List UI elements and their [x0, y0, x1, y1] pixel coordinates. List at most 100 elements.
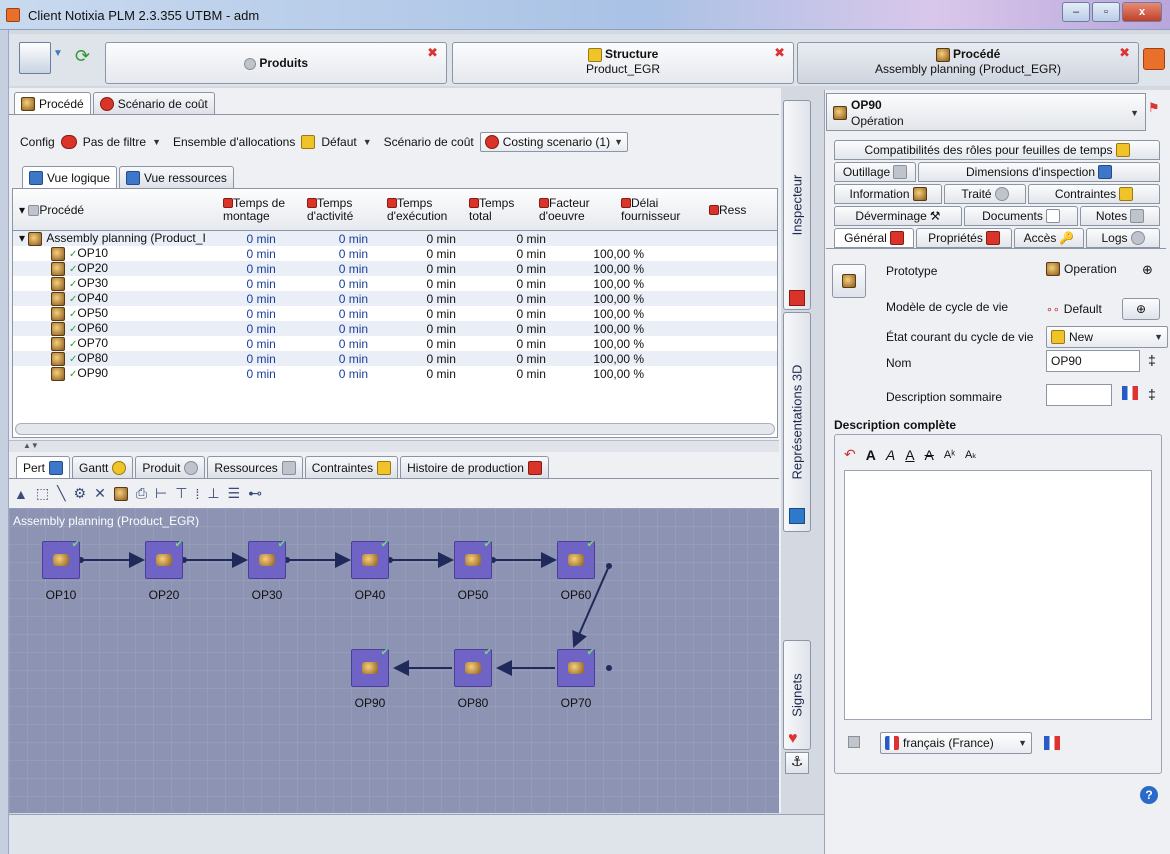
pert-node-op80[interactable]: ✔ [454, 647, 492, 687]
col-temps-montage[interactable]: Temps de montage [223, 196, 307, 223]
translate-icon[interactable]: ‡ [1148, 386, 1156, 402]
flag-icon[interactable] [1044, 736, 1060, 750]
expand-icon[interactable]: ⊷ [248, 485, 262, 502]
vtab-representations-3d[interactable]: Représentations 3D [783, 312, 811, 532]
name-field[interactable]: OP90 [1046, 350, 1140, 372]
help-icon[interactable]: ? [1140, 786, 1158, 804]
distribute-icon[interactable]: ⁞ [195, 486, 199, 502]
pert-node-op30[interactable]: ✔ [248, 539, 286, 579]
select-icon[interactable]: ⬚ [36, 485, 49, 502]
tab-procede-inner[interactable]: Procédé [14, 92, 91, 114]
table-row[interactable]: ✓OP20 0 min 0 min 0 min 0 min 100,00 % [13, 261, 777, 276]
close-tab-structure-icon[interactable]: ✖ [774, 45, 785, 61]
subscript-icon[interactable]: Aₖ [965, 448, 977, 461]
gear-icon[interactable]: ⚙ [74, 485, 87, 502]
tab-acces[interactable]: Accès 🔑 [1014, 228, 1084, 248]
tab-compatibilites[interactable]: Compatibilités des rôles pour feuilles d… [834, 140, 1160, 160]
tab-general[interactable]: Général [834, 228, 914, 248]
table-row[interactable]: ✓OP10 0 min 0 min 0 min 0 min 100,00 % [13, 246, 777, 261]
alloc-value[interactable]: Défaut [321, 135, 356, 149]
table-row[interactable]: ▾ Assembly planning (Product_I 0 min 0 min… [13, 231, 777, 246]
close-tab-produits-icon[interactable]: ✖ [427, 45, 438, 61]
table-row[interactable]: ✓OP50 0 min 0 min 0 min 0 min 100,00 % [13, 306, 777, 321]
table-row[interactable]: ✓OP30 0 min 0 min 0 min 0 min 100,00 % [13, 276, 777, 291]
new-window-icon[interactable] [19, 42, 51, 74]
pert-node-op70[interactable]: ✔ [557, 647, 595, 687]
tab-histoire[interactable]: Histoire de production [400, 456, 549, 478]
pert-diagram[interactable]: Assembly planning (Product_EGR) ✔ OP10 ✔… [9, 508, 779, 813]
col-ress[interactable]: Ress [709, 203, 769, 217]
pert-node-op20[interactable]: ✔ [145, 539, 183, 579]
col-temps-activite[interactable]: Temps d'activité [307, 196, 387, 223]
flag-icon[interactable] [1122, 386, 1138, 400]
pert-node-op90[interactable]: ✔ [351, 647, 389, 687]
tab-produits[interactable]: Produits ✖ [105, 42, 447, 84]
pert-node-op60[interactable]: ✔ [557, 539, 595, 579]
col-delai[interactable]: Délai fournisseur [621, 196, 709, 223]
tab-traite[interactable]: Traité [944, 184, 1026, 204]
translate-icon[interactable]: ‡ [1148, 352, 1156, 368]
chevron-down-icon[interactable]: ▼ [53, 48, 63, 59]
operation-icon[interactable] [113, 486, 128, 501]
table-row[interactable]: ✓OP70 0 min 0 min 0 min 0 min 100,00 % [13, 336, 777, 351]
pert-node-op10[interactable]: ✔ [42, 539, 80, 579]
tab-proprietes[interactable]: Propriétés [916, 228, 1012, 248]
table-row[interactable]: ✓OP80 0 min 0 min 0 min 0 min 100,00 % [13, 351, 777, 366]
print-icon[interactable]: ⎙ [136, 485, 147, 502]
state-select[interactable]: New ▼ [1046, 326, 1168, 348]
link-icon[interactable]: ╲ [57, 485, 65, 502]
strikethrough-icon[interactable]: A [925, 447, 934, 463]
undo-icon[interactable]: ↶ [844, 446, 856, 463]
superscript-icon[interactable]: Aᵏ [944, 449, 955, 461]
close-window-button[interactable]: x [1122, 2, 1162, 22]
add-language-icon[interactable] [848, 736, 860, 748]
alloc-dropdown-icon[interactable]: ▼ [363, 137, 372, 147]
tab-contraintes[interactable]: Contraintes [304, 456, 399, 478]
tab-produit[interactable]: Produit [135, 456, 206, 478]
col-procede[interactable]: ▾ Procédé [13, 203, 223, 217]
tab-ressources[interactable]: Ressources [207, 456, 303, 478]
summary-field[interactable] [1046, 384, 1112, 406]
tab-notes[interactable]: Notes [1080, 206, 1160, 226]
tab-procede[interactable]: Procédé Assembly planning (Product_EGR) … [797, 42, 1139, 84]
table-row[interactable]: ✓OP90 0 min 0 min 0 min 0 min 100,00 % [13, 366, 777, 381]
tab-gantt[interactable]: Gantt [72, 456, 134, 478]
scenario-select[interactable]: Costing scenario (1) ▼ [479, 132, 629, 152]
tab-logs[interactable]: Logs [1086, 228, 1160, 248]
tab-documents[interactable]: Documents [964, 206, 1078, 226]
tab-vue-ressources[interactable]: Vue ressources [118, 166, 234, 188]
align-left-icon[interactable]: ⊢ [155, 485, 167, 502]
align-bottom-icon[interactable]: ⊥ [207, 485, 219, 502]
col-facteur[interactable]: Facteur d'oeuvre [539, 196, 621, 223]
tab-outillage[interactable]: Outillage [834, 162, 916, 182]
table-row[interactable]: ✓OP40 0 min 0 min 0 min 0 min 100,00 % [13, 291, 777, 306]
col-temps-total[interactable]: Temps total [469, 196, 539, 223]
maximize-button[interactable]: ▫ [1092, 2, 1120, 22]
horizontal-scrollbar[interactable] [15, 423, 775, 435]
minimize-button[interactable]: – [1062, 2, 1090, 22]
language-select[interactable]: français (France) ▼ [880, 732, 1032, 754]
table-row[interactable]: ✓OP60 0 min 0 min 0 min 0 min 100,00 % [13, 321, 777, 336]
bold-icon[interactable]: A [866, 447, 876, 463]
refresh-icon[interactable]: ⟳ [75, 46, 90, 67]
splitter[interactable]: ▲▼ [9, 440, 779, 452]
tab-deverminage[interactable]: Déverminage ⚒ [834, 206, 962, 226]
anchor-icon[interactable]: ⚓ [785, 752, 809, 774]
underline-icon[interactable]: A [905, 447, 914, 463]
filter-dropdown-icon[interactable]: ▼ [152, 137, 161, 147]
prototype-icon-button[interactable] [832, 264, 866, 298]
arrange-icon[interactable]: ☰ [228, 485, 241, 502]
tools-icon[interactable]: ✕ [94, 485, 106, 502]
italic-icon[interactable]: A [886, 447, 895, 463]
filter-value[interactable]: Pas de filtre [83, 135, 146, 149]
object-selector[interactable]: OP90 Opération ▼ [826, 93, 1146, 131]
pin-icon[interactable]: ⚑ [1148, 100, 1160, 116]
col-temps-execution[interactable]: Temps d'exécution [387, 196, 469, 223]
object-dropdown-icon[interactable]: ▼ [1130, 108, 1139, 118]
tab-vue-logique[interactable]: Vue logique [22, 166, 117, 188]
vtab-inspecteur[interactable]: Inspecteur [783, 100, 811, 310]
navigate-icon[interactable]: ⊕ [1142, 262, 1153, 278]
layout-icon[interactable]: ▲ [14, 486, 28, 502]
align-top-icon[interactable]: ⊤ [175, 485, 187, 502]
pert-node-op40[interactable]: ✔ [351, 539, 389, 579]
